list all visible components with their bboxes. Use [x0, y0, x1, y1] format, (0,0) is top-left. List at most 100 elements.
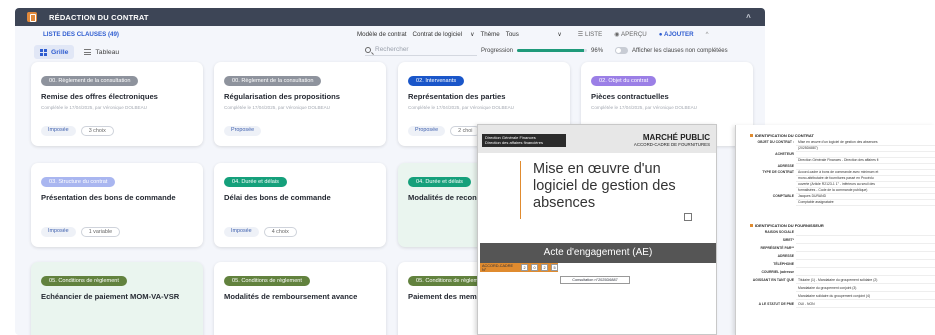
- model-selector-group: Modèle de contrat Contrat de logiciel ∨ T…: [357, 31, 708, 38]
- clause-meta: Complétée le 17/04/2025, par Véronique D…: [224, 105, 330, 110]
- clause-category-badge: 05. Conditions de règlem: [408, 276, 487, 286]
- view-switcher: ☰ LISTE ◉ APERÇU ● AJOUTER ^: [578, 31, 709, 38]
- clause-card[interactable]: 00. Règlement de la consultation Régulari…: [214, 62, 386, 146]
- clause-card[interactable]: 04. Durée et délais Délai des bons de com…: [214, 163, 386, 247]
- doc-header: Direction Générale Finances Direction de…: [478, 125, 716, 153]
- panel-title: RÉDACTION DU CONTRAT: [49, 12, 149, 22]
- clause-title: Echéancier de paiement MOM-VA-VSR: [41, 292, 180, 301]
- clause-category-badge: 00. Règlement de la consultation: [224, 76, 322, 86]
- doc-field-value: Comptable assignataire: [796, 200, 935, 206]
- clause-tag: Proposée: [408, 126, 446, 136]
- doc-digit: 0: [531, 264, 539, 271]
- add-button[interactable]: ● AJOUTER: [659, 31, 694, 38]
- doc-accord-cadre-number: ACCORD-CADRE N° 2 0 2 5: [480, 263, 558, 272]
- clause-category-badge: 04. Durée et délais: [408, 177, 471, 187]
- doc-field-key: ADRESSE: [777, 254, 794, 258]
- tab-grid-label: Grille: [51, 48, 69, 56]
- show-incomplete-label: Afficher les clauses non complétées: [632, 47, 728, 54]
- theme-select[interactable]: Tous ∨: [504, 31, 564, 38]
- doc-title: Mise en œuvre d'un logiciel de gestion d…: [520, 161, 680, 219]
- progress-label: Progression: [481, 47, 514, 54]
- clause-title: Régularisation des propositions: [224, 92, 341, 101]
- doc-field-row: Mandataire solidaire du groupement conjo…: [750, 294, 935, 300]
- doc-field-row: ADRESSE: [750, 254, 935, 260]
- document-preview-cover: Direction Générale Finances Direction de…: [477, 124, 717, 335]
- clause-tag: Proposée: [224, 126, 262, 136]
- sub-toolbar: Grille Tableau Rechercher Progression 96…: [15, 42, 765, 60]
- doc-organisation: Direction Générale Finances Direction de…: [482, 134, 566, 147]
- chevron-down-icon: ∨: [470, 32, 475, 38]
- clause-tags: Imposée 4 choix: [224, 227, 297, 237]
- doc-accord-label: ACCORD-CADRE N°: [482, 263, 514, 272]
- clause-tags: Imposée 1 variable: [41, 227, 121, 237]
- doc-market-heading: MARCHÉ PUBLIC: [642, 133, 710, 142]
- clause-card[interactable]: 05. Conditions de règlement Echéancier de…: [31, 262, 203, 335]
- doc-field-key: AGISSANT EN TANT QUE: [752, 278, 794, 282]
- clause-category-badge: 02. Objet du contrat: [591, 76, 657, 86]
- model-label: Modèle de contrat: [357, 31, 407, 38]
- clause-category-badge: 04. Durée et délais: [224, 177, 287, 187]
- panel-header: RÉDACTION DU CONTRAT ^: [15, 8, 765, 26]
- progress-group: Progression 96% Afficher les clauses non…: [481, 47, 728, 54]
- clause-card[interactable]: 00. Règlement de la consultation Remise d…: [31, 62, 203, 146]
- clause-meta: Complétée le 17/04/2025, par Véronique D…: [408, 105, 514, 110]
- tab-grid[interactable]: Grille: [34, 45, 75, 59]
- doc-consultation-number: Consultation n°2025D6887: [560, 276, 630, 284]
- grid-icon: [40, 48, 47, 56]
- document-preview-page-2: IDENTIFICATION DU CONTRAT OBJET DU CONTRA…: [735, 125, 935, 335]
- doc-digit: 2: [541, 264, 549, 271]
- clause-tags: Proposée 2 choi: [408, 126, 481, 136]
- doc-field-value: Mandataire du groupement conjoint (3): [796, 286, 935, 292]
- clause-tag: Imposée: [41, 126, 76, 136]
- doc-field-row: Mandataire du groupement conjoint (3): [750, 286, 935, 292]
- list-view-button[interactable]: ☰ LISTE: [578, 31, 602, 38]
- theme-label: Thème: [480, 31, 500, 38]
- doc-field-row: Comptable assignataire: [750, 200, 935, 206]
- doc-field-row: A LE STATUT DE PME OUI - NON: [750, 302, 935, 308]
- page: RÉDACTION DU CONTRAT ^ LISTE DES CLAUSES…: [0, 0, 935, 335]
- search-input[interactable]: Rechercher: [365, 44, 477, 56]
- clause-tag: Imposée: [41, 227, 76, 237]
- doc-field-row: AGISSANT EN TANT QUE Titulaire (1) - Mand…: [750, 278, 935, 284]
- chevron-up-icon[interactable]: ^: [706, 31, 709, 38]
- preview-button[interactable]: ◉ APERÇU: [614, 31, 647, 38]
- doc-field-row: RAISON SOCIALE: [750, 230, 935, 236]
- model-select-value: Contrat de logiciel: [412, 31, 463, 38]
- clause-card[interactable]: 05. Conditions de règlement Modalités de …: [214, 262, 386, 335]
- theme-select-value: Tous: [505, 31, 519, 38]
- view-tabs: Grille Tableau: [34, 45, 125, 59]
- doc-digit: 5: [551, 264, 558, 271]
- clause-meta: Complétée le 17/04/2025, par Véronique D…: [591, 105, 697, 110]
- clause-category-badge: 05. Conditions de règlement: [41, 276, 127, 286]
- doc-field-value: [796, 270, 935, 276]
- doc-field-key: A LE STATUT DE PME: [758, 302, 794, 306]
- clause-tag: 3 choix: [80, 126, 114, 136]
- doc-section-heading: IDENTIFICATION DU CONTRAT: [750, 133, 814, 138]
- clause-category-badge: 03. Structure du contrat: [41, 177, 116, 187]
- clause-category-badge: 02. Intervenants: [408, 76, 465, 86]
- clause-tag: 2 choi: [450, 126, 481, 136]
- doc-ae-banner: Acte d'engagement (AE): [480, 243, 716, 263]
- doc-field-value: Titulaire (1) - Mandataire du groupement…: [796, 278, 935, 284]
- clause-title: Présentation des bons de commande: [41, 193, 176, 202]
- clause-tag: Imposée: [224, 227, 259, 237]
- list-icon: [84, 49, 92, 55]
- progress-value: 96%: [591, 47, 604, 54]
- show-incomplete-toggle[interactable]: [615, 47, 629, 54]
- doc-field-key: [750, 286, 796, 292]
- clause-tags: Imposée 3 choix: [41, 126, 114, 136]
- doc-field-row: REPRÉSENTÉ PAR**: [750, 246, 935, 252]
- doc-field-key: TÉLÉPHONE: [773, 262, 794, 266]
- doc-field-key: REPRÉSENTÉ PAR**: [760, 246, 794, 250]
- doc-field-row: SIRET*: [750, 238, 935, 244]
- model-select[interactable]: Contrat de logiciel ∨: [411, 31, 477, 38]
- clause-category-badge: 00. Règlement de la consultation: [41, 76, 139, 86]
- doc-checkbox[interactable]: [684, 213, 692, 221]
- doc-field-key: [750, 200, 796, 206]
- collapse-chevron-icon[interactable]: ^: [746, 13, 751, 22]
- doc-market-subheading: ACCORD-CADRE DE FOURNITURES: [633, 142, 710, 147]
- search-icon: [365, 46, 371, 53]
- clause-card[interactable]: 03. Structure du contrat Présentation des…: [31, 163, 203, 247]
- doc-title-line: Mise en œuvre d'un: [533, 161, 661, 177]
- tab-table[interactable]: Tableau: [78, 45, 125, 59]
